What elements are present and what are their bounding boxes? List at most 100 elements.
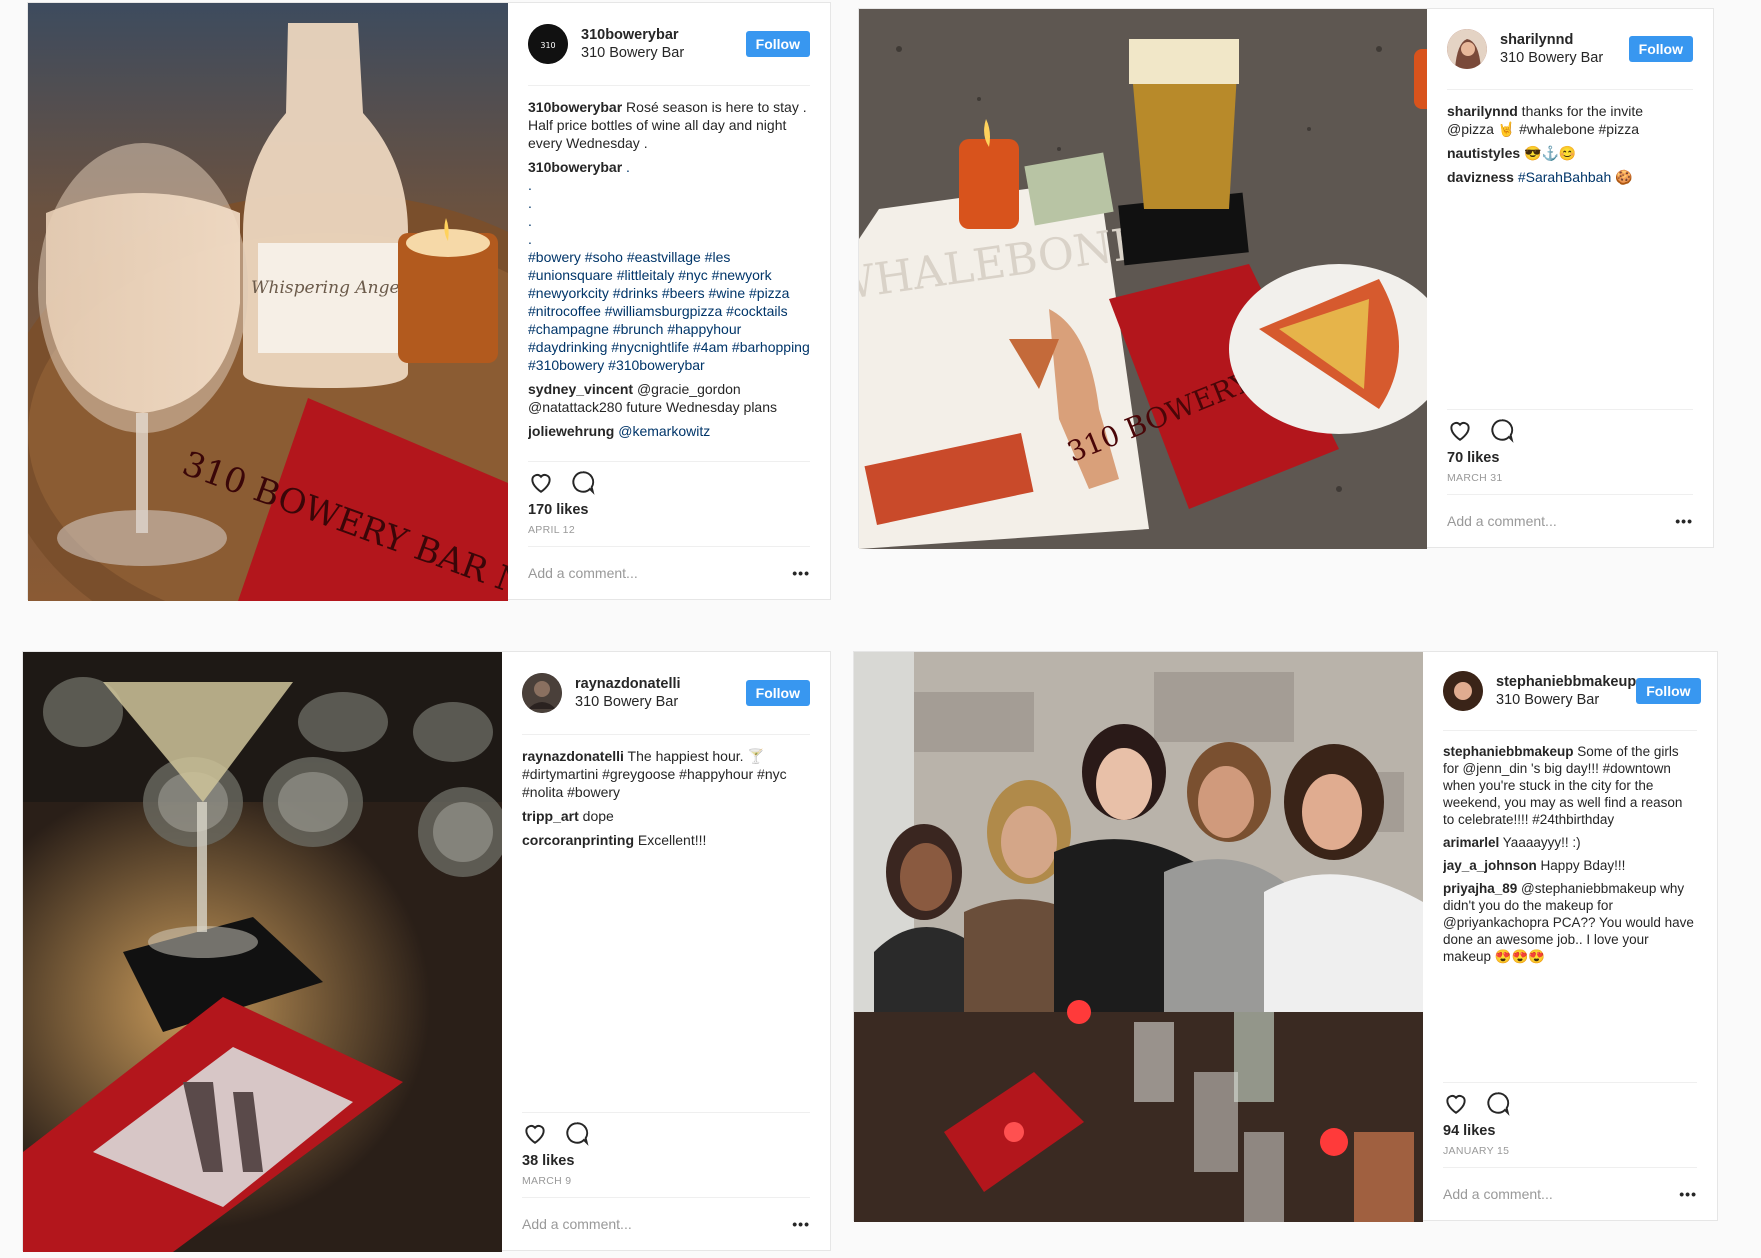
follow-button[interactable]: Follow [745,680,810,706]
location[interactable]: 310 Bowery Bar [575,693,746,711]
post-card-2: WHALEBONE 310 BOWERY BAR NYC sharilynnd … [858,8,1714,549]
more-options-icon[interactable]: ••• [1675,513,1693,529]
comment-user[interactable]: 310bowerybar [528,99,622,115]
post-card-4: stephaniebbmakeup 310 Bowery Bar Follow … [853,651,1718,1222]
location[interactable]: 310 Bowery Bar [581,44,746,62]
post-header: raynazdonatelli 310 Bowery Bar Follow [522,652,810,735]
martini-image [23,652,502,1252]
comment: tripp_art dope [522,807,810,825]
heart-icon[interactable] [522,1120,548,1146]
comment-text: @kemarkowitz [614,423,711,439]
comment-list: raynazdonatelli The happiest hour. 🍸 #di… [522,735,810,1112]
more-options-icon[interactable]: ••• [792,1216,810,1232]
comment-icon[interactable] [1485,1090,1511,1116]
comment: jay_a_johnson Happy Bday!!! [1443,857,1697,874]
comment-user[interactable]: sydney_vincent [528,381,633,397]
comment-text: dope [578,808,614,824]
comment-text: Happy Bday!!! [1536,858,1626,873]
likes-count[interactable]: 38 likes [522,1153,810,1169]
avatar[interactable] [1447,29,1487,69]
comment-user[interactable]: corcoranprinting [522,832,634,848]
avatar[interactable] [522,673,562,713]
likes-count[interactable]: 94 likes [1443,1123,1697,1139]
comment-list: sharilynnd thanks for the invite @pizza … [1447,90,1693,409]
comment: sydney_vincent @gracie_gordon @natattack… [528,380,810,416]
username[interactable]: stephaniebbmakeup [1496,673,1636,691]
comment-user[interactable]: raynazdonatelli [522,748,624,764]
likes-count[interactable]: 170 likes [528,502,810,518]
location[interactable]: 310 Bowery Bar [1496,691,1636,709]
heart-icon[interactable] [1443,1090,1469,1116]
comment: nautistyles 😎⚓😊 [1447,144,1693,162]
action-bar [1443,1082,1697,1123]
follow-button[interactable]: Follow [1636,678,1701,704]
comment-user[interactable]: tripp_art [522,808,579,824]
comment-icon[interactable] [1489,417,1515,443]
follow-button[interactable]: Follow [1628,36,1693,62]
post-date[interactable]: MARCH 31 [1447,472,1693,484]
action-bar [528,461,810,502]
post-date[interactable]: APRIL 12 [528,524,810,536]
comment-icon[interactable] [564,1120,590,1146]
comment-user[interactable]: joliewehrung [528,423,614,439]
more-options-icon[interactable]: ••• [792,565,810,581]
action-bar [522,1112,810,1153]
post-sidebar: 310 310bowerybar 310 Bowery Bar Follow 3… [508,3,830,599]
heart-icon[interactable] [1447,417,1473,443]
comment-list: stephaniebbmakeup Some of the girls for … [1443,731,1697,1082]
username[interactable]: raynazdonatelli [575,675,746,693]
post-date[interactable]: JANUARY 15 [1443,1145,1697,1157]
post-photo-whalebone-pizza[interactable]: WHALEBONE 310 BOWERY BAR NYC [859,9,1427,549]
add-comment-row: Add a comment... ••• [1447,494,1693,547]
heart-icon[interactable] [528,469,554,495]
comment-icon[interactable] [570,469,596,495]
add-comment-input[interactable]: Add a comment... [1443,1186,1553,1202]
follow-button[interactable]: Follow [745,31,810,57]
comment-user[interactable]: priyajha_89 [1443,881,1517,896]
post-photo-birthday-group[interactable] [854,652,1423,1222]
comment: raynazdonatelli The happiest hour. 🍸 #di… [522,747,810,801]
add-comment-input[interactable]: Add a comment... [1447,513,1557,529]
username[interactable]: 310bowerybar [581,26,746,44]
post-header: 310 310bowerybar 310 Bowery Bar Follow [528,3,810,86]
comment-user[interactable]: arimarlel [1443,835,1499,850]
comment-user[interactable]: nautistyles [1447,145,1520,161]
add-comment-input[interactable]: Add a comment... [522,1216,632,1232]
post-card-3: raynazdonatelli 310 Bowery Bar Follow ra… [22,651,831,1252]
comment-text: 😎⚓😊 [1520,145,1577,161]
comment-user[interactable]: jay_a_johnson [1443,858,1537,873]
comment: joliewehrung @kemarkowitz [528,422,810,440]
comment-user[interactable]: stephaniebbmakeup [1443,744,1574,759]
comment-user[interactable]: davizness [1447,169,1514,185]
post-date[interactable]: MARCH 9 [522,1175,810,1187]
add-comment-row: Add a comment... ••• [1443,1167,1697,1220]
comment: 310bowerybar . . . . . #bowery #soho #ea… [528,158,810,374]
avatar[interactable] [1443,671,1483,711]
location[interactable]: 310 Bowery Bar [1500,49,1629,67]
add-comment-row: Add a comment... ••• [528,546,810,599]
post-header: sharilynnd 310 Bowery Bar Follow [1447,9,1693,90]
avatar[interactable]: 310 [528,24,568,64]
action-bar [1447,409,1693,450]
comment: 310bowerybar Rosé season is here to stay… [528,98,810,152]
comment-text: . . . . . #bowery #soho #eastvillage #le… [528,159,810,373]
comment-user[interactable]: 310bowerybar [528,159,622,175]
bottle-label-text: Whispering Angel [251,278,405,298]
add-comment-input[interactable]: Add a comment... [528,565,638,581]
post-photo-rose-wine[interactable]: Whispering Angel 310 BOWERY BAR NYC [28,3,508,601]
post-header: stephaniebbmakeup 310 Bowery Bar Follow [1443,652,1701,731]
comment: stephaniebbmakeup Some of the girls for … [1443,743,1697,828]
comment-text: Excellent!!! [634,832,707,848]
comment: sharilynnd thanks for the invite @pizza … [1447,102,1693,138]
comment: arimarlel Yaaaayyy!! :) [1443,834,1697,851]
post-photo-martini[interactable] [23,652,502,1252]
username[interactable]: sharilynnd [1500,31,1629,49]
likes-count[interactable]: 70 likes [1447,450,1693,466]
more-options-icon[interactable]: ••• [1679,1186,1697,1202]
post-sidebar: raynazdonatelli 310 Bowery Bar Follow ra… [502,652,830,1250]
rose-wine-image: Whispering Angel 310 BOWERY BAR NYC [28,3,508,601]
comment-user[interactable]: sharilynnd [1447,103,1518,119]
whalebone-pizza-image: WHALEBONE 310 BOWERY BAR NYC [859,9,1427,549]
comment-text: #SarahBahbah 🍪 [1513,169,1633,185]
add-comment-row: Add a comment... ••• [522,1197,810,1250]
